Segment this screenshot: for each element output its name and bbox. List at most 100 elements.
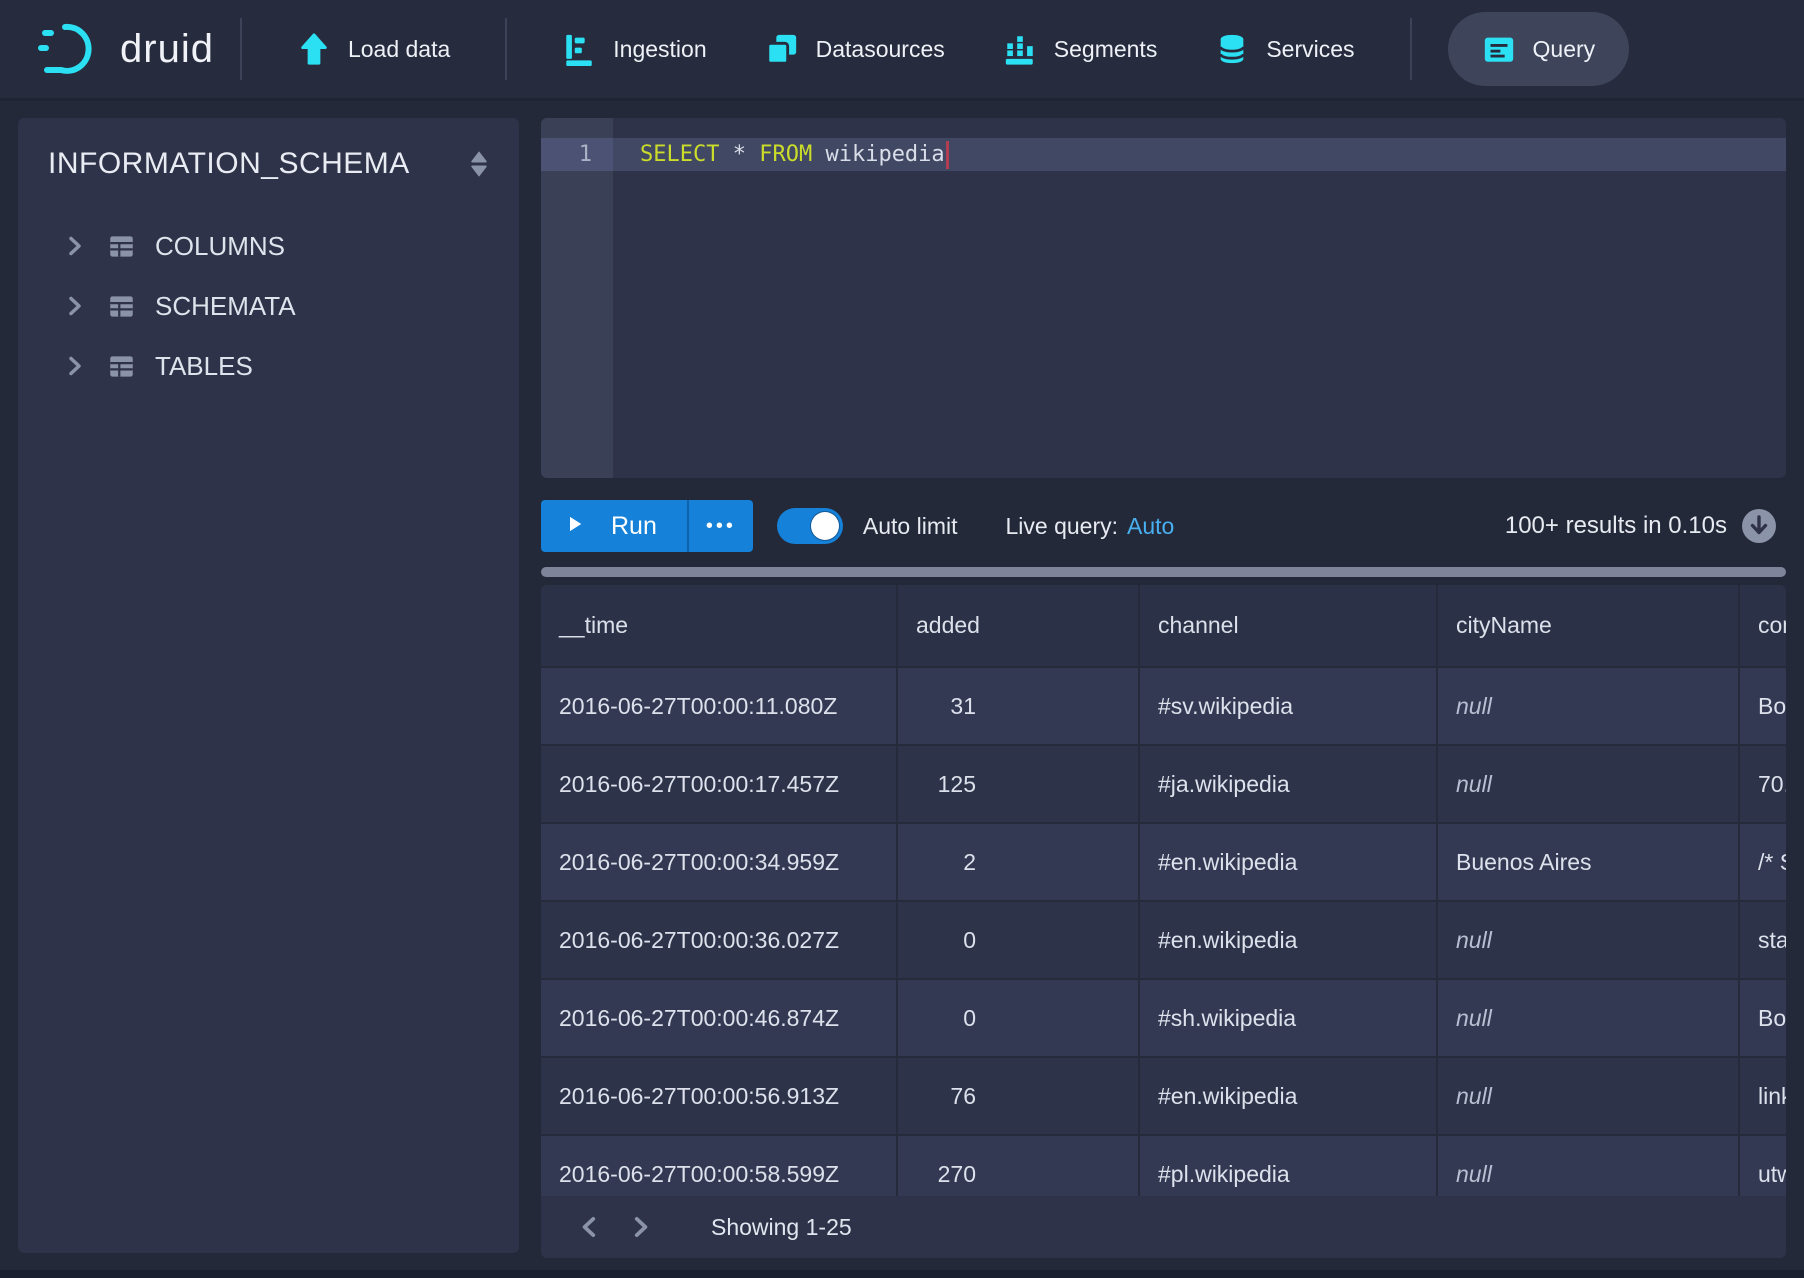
auto-limit-toggle[interactable] xyxy=(777,508,843,544)
chevron-left-icon[interactable] xyxy=(565,1214,615,1240)
live-query-label: Live query: xyxy=(1005,513,1118,540)
table-row: 2016-06-27T00:00:36.027Z 0 #en.wikipedianu… xyxy=(541,902,1786,980)
column-header-added[interactable]: added xyxy=(898,585,1140,668)
toggle-knob xyxy=(811,512,839,540)
column-header-comment[interactable]: comment xyxy=(1740,585,1786,668)
navbar-divider xyxy=(240,18,242,80)
cell-added[interactable]: 125 xyxy=(898,746,1140,824)
cell-cityName[interactable]: Buenos Aires xyxy=(1438,824,1740,902)
cell-__time[interactable]: 2016-06-27T00:00:46.874Z xyxy=(541,980,898,1058)
sql-editor[interactable]: 1 SELECT * FROM wikipedia xyxy=(541,118,1786,478)
sql-token-plain: * xyxy=(719,142,759,167)
results-horizontal-scrollbar[interactable] xyxy=(541,567,1786,577)
null-value: null xyxy=(1456,693,1492,720)
download-icon[interactable] xyxy=(1741,508,1777,544)
double-caret-vertical-icon[interactable] xyxy=(461,146,497,182)
live-query-value[interactable]: Auto xyxy=(1127,513,1174,540)
cell-channel[interactable]: #en.wikipedia xyxy=(1140,1058,1438,1136)
cell-comment[interactable]: utw xyxy=(1740,1136,1786,1196)
cell-cityName[interactable]: null xyxy=(1438,1058,1740,1136)
schema-selector[interactable]: INFORMATION_SCHEMA xyxy=(18,146,519,182)
table-row: 2016-06-27T00:00:17.457Z 125 #ja.wikipedia… xyxy=(541,746,1786,824)
cell-__time[interactable]: 2016-06-27T00:00:34.959Z xyxy=(541,824,898,902)
cell-cityName[interactable]: null xyxy=(1438,746,1740,824)
cell-channel[interactable]: #en.wikipedia xyxy=(1140,824,1438,902)
cell-__time[interactable]: 2016-06-27T00:00:58.599Z xyxy=(541,1136,898,1196)
cell-comment[interactable]: Bot xyxy=(1740,668,1786,746)
cell-__time[interactable]: 2016-06-27T00:00:36.027Z xyxy=(541,902,898,980)
cell-added[interactable]: 76 xyxy=(898,1058,1140,1136)
run-more-button[interactable]: ••• xyxy=(689,500,753,552)
nav-item-label: Datasources xyxy=(816,36,945,63)
cell-added[interactable]: 31 xyxy=(898,668,1140,746)
query-toolbar: Run ••• Auto limit Live query: Auto 100+… xyxy=(541,500,1786,552)
sql-token-plain: wikipedia xyxy=(812,142,944,167)
cell-added[interactable]: 0 xyxy=(898,902,1140,980)
cell-value: 0 xyxy=(916,927,976,954)
nav-item-query[interactable]: Query xyxy=(1438,0,1640,98)
cell-added[interactable]: 0 xyxy=(898,980,1140,1058)
tree-item-tables[interactable]: TABLES xyxy=(18,336,519,396)
nav-item-label: Load data xyxy=(348,36,450,63)
cell-cityName[interactable]: null xyxy=(1438,980,1740,1058)
results-table: __timeaddedchannelcityNamecomment 2016-0… xyxy=(541,585,1786,1196)
nav-item-label: Query xyxy=(1533,36,1596,63)
chevron-right-icon xyxy=(62,354,86,378)
druid-logo[interactable]: druid xyxy=(38,20,214,78)
cell-comment[interactable]: link xyxy=(1740,1058,1786,1136)
cell-channel[interactable]: #pl.wikipedia xyxy=(1140,1136,1438,1196)
cell-added[interactable]: 270 xyxy=(898,1136,1140,1196)
play-icon xyxy=(565,512,585,541)
cell-channel[interactable]: #ja.wikipedia xyxy=(1140,746,1438,824)
cell-__time[interactable]: 2016-06-27T00:00:17.457Z xyxy=(541,746,898,824)
run-button[interactable]: Run xyxy=(541,500,689,552)
null-value: null xyxy=(1456,1161,1492,1188)
cell-comment[interactable]: 70. xyxy=(1740,746,1786,824)
line-number: 1 xyxy=(541,138,613,171)
cell-comment[interactable]: /* S xyxy=(1740,824,1786,902)
nav-item-load-data[interactable]: Load data xyxy=(268,0,479,98)
nav-item-datasources[interactable]: Datasources xyxy=(736,0,974,98)
sql-token-keyword: FROM xyxy=(759,142,812,167)
run-button-group: Run ••• xyxy=(541,500,753,552)
column-header-channel[interactable]: channel xyxy=(1140,585,1438,668)
table-row: 2016-06-27T00:00:11.080Z31#sv.wikipedia n… xyxy=(541,668,1786,746)
cell-comment[interactable]: Bot xyxy=(1740,980,1786,1058)
navbar-divider xyxy=(505,18,507,80)
druid-logo-icon xyxy=(38,20,102,78)
cell-cityName[interactable]: null xyxy=(1438,1136,1740,1196)
sql-token-keyword: SELECT xyxy=(640,142,719,167)
sql-code-line[interactable]: SELECT * FROM wikipedia xyxy=(613,138,1786,171)
editor-gutter xyxy=(541,118,613,478)
table-icon xyxy=(108,353,135,380)
tree-item-columns[interactable]: COLUMNS xyxy=(18,216,519,276)
chevron-right-icon xyxy=(62,234,86,258)
upload-icon xyxy=(297,32,331,66)
cell-cityName[interactable]: null xyxy=(1438,902,1740,980)
nav-item-label: Services xyxy=(1266,36,1354,63)
navbar-items: Load data Ingestion Datasources Segments Ser… xyxy=(268,0,1639,98)
cell-value: 2 xyxy=(916,849,976,876)
ingestion-icon xyxy=(562,32,596,66)
chevron-right-icon[interactable] xyxy=(615,1214,665,1240)
tree-item-schemata[interactable]: SCHEMATA xyxy=(18,276,519,336)
cell-channel[interactable]: #en.wikipedia xyxy=(1140,902,1438,980)
cell-comment[interactable]: stat xyxy=(1740,902,1786,980)
cell-added[interactable]: 2 xyxy=(898,824,1140,902)
cell-value: 270 xyxy=(916,1161,976,1188)
cell-value: 125 xyxy=(916,771,976,798)
null-value: null xyxy=(1456,771,1492,798)
nav-item-services[interactable]: Services xyxy=(1186,0,1383,98)
cell-__time[interactable]: 2016-06-27T00:00:11.080Z xyxy=(541,668,898,746)
cell-channel[interactable]: #sv.wikipedia xyxy=(1140,668,1438,746)
cell-channel[interactable]: #sh.wikipedia xyxy=(1140,980,1438,1058)
pagination-footer: Showing 1-25 xyxy=(541,1196,1786,1258)
column-header-cityName[interactable]: cityName xyxy=(1438,585,1740,668)
nav-item-ingestion[interactable]: Ingestion xyxy=(533,0,735,98)
results-info: 100+ results in 0.10s xyxy=(1505,512,1727,540)
text-cursor xyxy=(946,141,949,169)
cell-cityName[interactable]: null xyxy=(1438,668,1740,746)
column-header-__time[interactable]: __time xyxy=(541,585,898,668)
cell-__time[interactable]: 2016-06-27T00:00:56.913Z xyxy=(541,1058,898,1136)
nav-item-segments[interactable]: Segments xyxy=(974,0,1187,98)
